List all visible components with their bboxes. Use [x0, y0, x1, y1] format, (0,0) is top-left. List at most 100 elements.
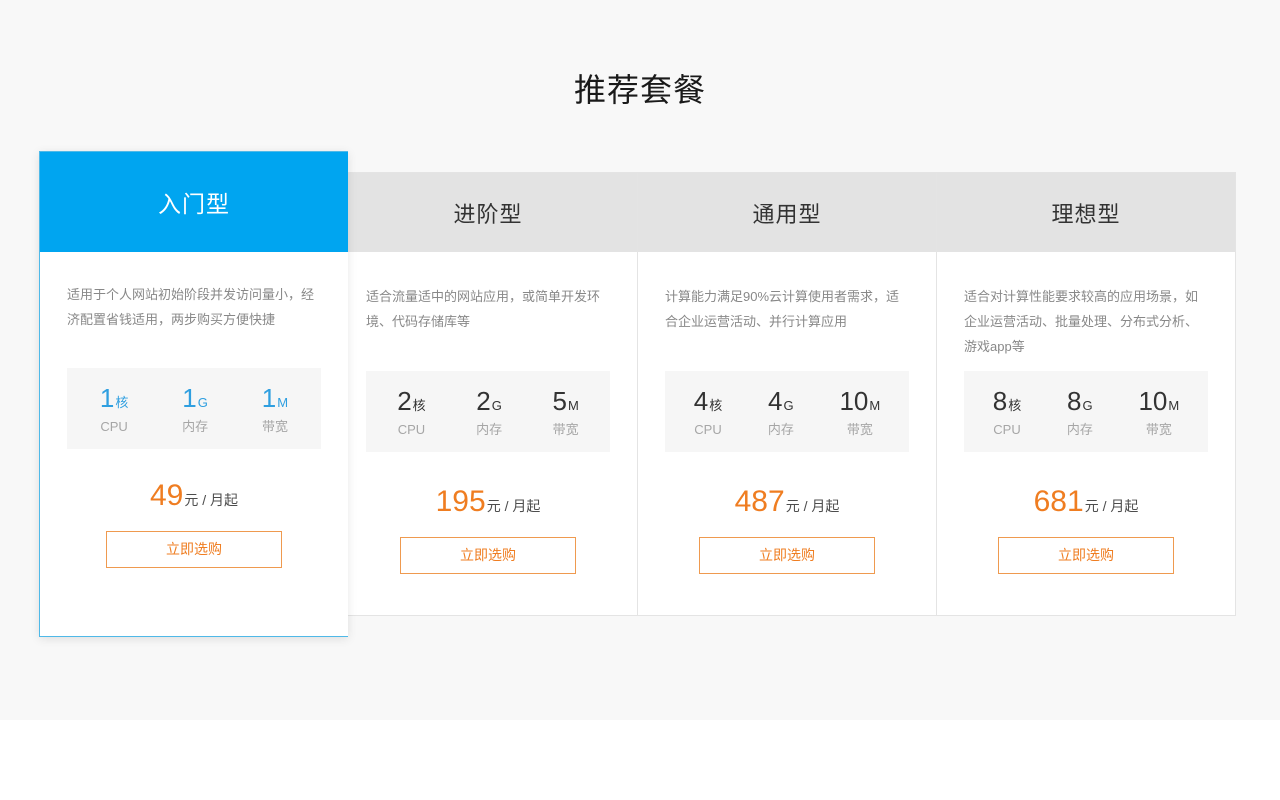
spec-bandwidth-label-2: 带宽	[839, 423, 880, 436]
spec-cpu-number-featured: 1	[100, 383, 114, 413]
plan-body-1: 适合流量适中的网站应用，或简单开发环境、代码存储库等 2核 CPU 2G 内存 …	[339, 252, 637, 615]
spec-cpu-number-1: 2	[397, 386, 411, 416]
spec-memory-unit-1: G	[492, 398, 502, 413]
spec-bandwidth-2: 10M 带宽	[839, 388, 880, 436]
spec-memory-number-3: 8	[1067, 386, 1081, 416]
plan-card-1[interactable]: 进阶型 适合流量适中的网站应用，或简单开发环境、代码存储库等 2核 CPU 2G…	[339, 173, 638, 615]
spec-cpu-featured: 1核 CPU	[100, 385, 128, 433]
page-title: 推荐套餐	[0, 66, 1280, 114]
spec-cpu-label-2: CPU	[694, 423, 722, 436]
spec-cpu-label-1: CPU	[397, 423, 425, 436]
spec-cpu-number-2: 4	[694, 386, 708, 416]
spec-memory-unit-featured: G	[198, 395, 208, 410]
spec-bandwidth-number-2: 10	[839, 386, 868, 416]
buy-now-button-featured[interactable]: 立即选购	[106, 531, 282, 568]
spec-memory-label-1: 内存	[476, 423, 502, 436]
plan-price-number-2: 487	[735, 485, 785, 518]
spec-bandwidth-1: 5M 带宽	[552, 388, 578, 436]
plan-header-2: 通用型	[638, 173, 936, 252]
plan-specs-1: 2核 CPU 2G 内存 5M 带宽	[366, 371, 610, 452]
spec-bandwidth-number-3: 10	[1138, 386, 1167, 416]
spec-cpu-3: 8核 CPU	[993, 388, 1021, 436]
spec-bandwidth-label-featured: 带宽	[262, 420, 288, 433]
plan-body-featured: 适用于个人网站初始阶段并发访问量小，经济配置省钱适用，两步购买方便快捷 1核 C…	[40, 252, 348, 636]
plan-name-featured: 入门型	[158, 185, 230, 219]
plan-price-suffix-3: 元 / 月起	[1085, 498, 1139, 514]
spec-memory-value-2: 4G	[768, 388, 794, 414]
plan-body-3: 适合对计算性能要求较高的应用场景，如企业运营活动、批量处理、分布式分析、游戏ap…	[937, 252, 1235, 615]
spec-bandwidth-unit-featured: M	[277, 395, 288, 410]
buy-now-button-3[interactable]: 立即选购	[998, 537, 1174, 574]
spec-cpu-unit-featured: 核	[115, 395, 128, 410]
spec-memory-3: 8G 内存	[1067, 388, 1093, 436]
plan-specs-featured: 1核 CPU 1G 内存 1M 带宽	[67, 368, 321, 449]
spec-bandwidth-label-1: 带宽	[552, 423, 578, 436]
plan-description-featured: 适用于个人网站初始阶段并发访问量小，经济配置省钱适用，两步购买方便快捷	[67, 282, 321, 357]
plan-price-suffix-featured: 元 / 月起	[184, 492, 238, 508]
plan-card-3[interactable]: 理想型 适合对计算性能要求较高的应用场景，如企业运营活动、批量处理、分布式分析、…	[937, 173, 1235, 615]
plan-body-2: 计算能力满足90%云计算使用者需求，适合企业运营活动、并行计算应用 4核 CPU…	[638, 252, 936, 615]
spec-memory-number-2: 4	[768, 386, 782, 416]
spec-memory-label-3: 内存	[1067, 423, 1093, 436]
buy-now-button-1[interactable]: 立即选购	[400, 537, 576, 574]
spec-cpu-2: 4核 CPU	[694, 388, 722, 436]
spec-memory-value-featured: 1G	[182, 385, 208, 411]
spec-bandwidth-label-3: 带宽	[1138, 423, 1179, 436]
plan-price-number-1: 195	[436, 485, 486, 518]
plan-name-3: 理想型	[1051, 197, 1120, 229]
plan-price-suffix-2: 元 / 月起	[786, 498, 840, 514]
plan-name-1: 进阶型	[453, 197, 522, 229]
spec-memory-value-1: 2G	[476, 388, 502, 414]
spec-memory-value-3: 8G	[1067, 388, 1093, 414]
plan-price-2: 487元 / 月起	[665, 485, 909, 519]
plan-header-3: 理想型	[937, 173, 1235, 252]
spec-cpu-value-3: 8核	[993, 388, 1021, 414]
spec-memory-label-featured: 内存	[182, 420, 208, 433]
plan-card-2[interactable]: 通用型 计算能力满足90%云计算使用者需求，适合企业运营活动、并行计算应用 4核…	[638, 173, 937, 615]
spec-cpu-value-1: 2核	[397, 388, 425, 414]
plan-price-number-featured: 49	[150, 479, 183, 512]
plan-description-1: 适合流量适中的网站应用，或简单开发环境、代码存储库等	[366, 284, 610, 359]
spec-memory-unit-2: G	[784, 398, 794, 413]
plan-specs-3: 8核 CPU 8G 内存 10M 带宽	[964, 371, 1208, 452]
plan-price-3: 681元 / 月起	[964, 485, 1208, 519]
spec-bandwidth-featured: 1M 带宽	[262, 385, 288, 433]
spec-bandwidth-unit-3: M	[1168, 398, 1179, 413]
plan-name-2: 通用型	[752, 197, 821, 229]
plan-card-featured[interactable]: 入门型 适用于个人网站初始阶段并发访问量小，经济配置省钱适用，两步购买方便快捷 …	[39, 151, 348, 637]
spec-cpu-unit-2: 核	[709, 398, 722, 413]
plan-price-1: 195元 / 月起	[366, 485, 610, 519]
spec-bandwidth-3: 10M 带宽	[1138, 388, 1179, 436]
plan-header-1: 进阶型	[339, 173, 637, 252]
plan-description-3: 适合对计算性能要求较高的应用场景，如企业运营活动、批量处理、分布式分析、游戏ap…	[964, 284, 1208, 359]
buy-now-button-2[interactable]: 立即选购	[699, 537, 875, 574]
plan-price-number-3: 681	[1034, 485, 1084, 518]
plan-specs-2: 4核 CPU 4G 内存 10M 带宽	[665, 371, 909, 452]
spec-bandwidth-unit-2: M	[869, 398, 880, 413]
spec-cpu-value-featured: 1核	[100, 385, 128, 411]
spec-memory-2: 4G 内存	[768, 388, 794, 436]
spec-cpu-unit-1: 核	[413, 398, 426, 413]
spec-cpu-unit-3: 核	[1008, 398, 1021, 413]
spec-cpu-label-3: CPU	[993, 423, 1021, 436]
spec-cpu-number-3: 8	[993, 386, 1007, 416]
spec-memory-number-1: 2	[476, 386, 490, 416]
pricing-page: 推荐套餐 入门型 适用于个人网站初始阶段并发访问量小，经济配置省钱适用，两步购买…	[0, 0, 1280, 800]
spec-bandwidth-value-1: 5M	[552, 388, 578, 414]
spec-cpu-value-2: 4核	[694, 388, 722, 414]
spec-memory-unit-3: G	[1083, 398, 1093, 413]
spec-memory-label-2: 内存	[768, 423, 794, 436]
plan-price-suffix-1: 元 / 月起	[487, 498, 541, 514]
plan-price-featured: 49元 / 月起	[67, 479, 321, 513]
spec-memory-number-featured: 1	[182, 383, 196, 413]
spec-cpu-1: 2核 CPU	[397, 388, 425, 436]
spec-bandwidth-number-1: 5	[552, 386, 566, 416]
spec-bandwidth-value-featured: 1M	[262, 385, 288, 411]
plan-description-2: 计算能力满足90%云计算使用者需求，适合企业运营活动、并行计算应用	[665, 284, 909, 359]
spec-bandwidth-value-2: 10M	[839, 388, 880, 414]
spec-bandwidth-unit-1: M	[568, 398, 579, 413]
plan-header-featured: 入门型	[40, 152, 348, 252]
spec-cpu-label-featured: CPU	[100, 420, 128, 433]
spec-bandwidth-number-featured: 1	[262, 383, 276, 413]
spec-memory-1: 2G 内存	[476, 388, 502, 436]
